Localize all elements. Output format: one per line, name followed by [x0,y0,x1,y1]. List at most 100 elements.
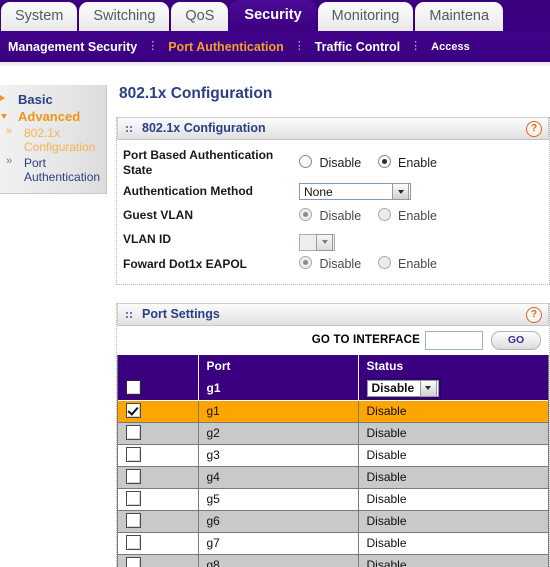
sidebar-nav: Basic Advanced » 802.1x Configuration » Port … [0,85,107,194]
radio-group-guest-vlan: Disable Enable [299,207,449,225]
goto-interface-input[interactable] [425,330,483,350]
row-status-cell: Disable [358,554,548,567]
radio-label-guest-vlan-disable[interactable]: Disable [319,209,361,223]
content-area: 802.1x Configuration 802.1x Configuratio… [116,85,550,567]
select-vlan-id[interactable] [299,233,335,251]
label-auth-method: Authentication Method [123,184,253,198]
sub-nav-bar: Management Security ⋮ Port Authentication ⋮… [0,31,550,62]
row-checkbox[interactable] [126,425,141,440]
drag-grip-icon[interactable] [126,311,133,318]
sidebar-item-advanced[interactable]: Advanced [0,108,106,125]
row-status-cell: Disable [358,510,548,533]
sub-nav-separator: ⋮ [410,40,422,52]
form-row-auth-method: Authentication Method None [123,181,543,202]
row-port-cell: g8 [198,554,359,567]
row-status-cell: Disable [358,444,548,467]
tab-system[interactable]: System [1,2,78,31]
row-checkbox[interactable] [126,513,141,528]
control-forward-eapol: Disable Enable [299,255,543,273]
radio-guest-vlan-disable[interactable] [299,207,312,221]
radio-forward-eapol-disable[interactable] [299,256,312,269]
help-icon[interactable]: ? [526,306,542,323]
down-arrow-icon [1,114,7,119]
radio-label-guest-vlan-enable[interactable]: Enable [398,209,437,223]
radio-group-forward-eapol: Disable Enable [299,255,449,273]
sidebar-item-basic[interactable]: Basic [0,91,106,108]
row-checkbox[interactable] [126,535,141,550]
tab-maintena[interactable]: Maintena [415,2,504,31]
select-all-checkbox[interactable] [126,380,141,395]
sub-nav-item-port-authentication[interactable]: Port Authentication [160,31,292,62]
radio-label-auth-state-enable[interactable]: Enable [398,156,437,170]
radio-auth-state-disable[interactable] [299,155,312,168]
row-status-cell: Disable [358,532,548,555]
table-row[interactable]: g1 Disable [118,400,548,423]
row-checkbox[interactable] [126,447,141,462]
select-port-status[interactable]: Disable [364,377,441,399]
table-row[interactable]: g5 Disable [118,488,548,511]
sidebar-item-port-authentication[interactable]: » Port Authentication [0,155,106,185]
sidebar-item-802-1x-configuration[interactable]: » 802.1x Configuration [0,125,106,155]
control-auth-method: None [299,183,543,201]
config-panel-title: 802.1x Configuration [142,121,266,135]
chevron-down-icon[interactable] [419,379,437,397]
table-row[interactable]: g3 Disable [118,444,548,467]
sub-nav-item-management-security[interactable]: Management Security [0,31,145,62]
radio-guest-vlan-enable[interactable] [377,207,391,221]
radio-forward-eapol-enable[interactable] [377,256,391,269]
chevron-right-icon: » [6,125,13,137]
tab-qos[interactable]: QoS [171,2,229,31]
row-status-cell: Disable [358,400,548,423]
help-icon[interactable]: ? [526,121,542,137]
tab-switching[interactable]: Switching [79,2,170,31]
config-panel: 802.1x Configuration ? Port Based Authen… [116,117,550,285]
edit-row-port-cell: g1 [198,376,359,401]
label-guest-vlan: Guest VLAN [123,208,194,222]
control-auth-state: Disable Enable [299,154,543,172]
column-header-select [118,354,199,377]
tab-security[interactable]: Security [230,0,316,31]
form-row-forward-eapol: Foward Dot1x EAPOL Disable Enable [123,254,543,275]
row-checkbox[interactable] [126,403,141,418]
main-tab-strip: System Switching QoS Security Monitoring Main… [0,0,504,31]
config-form: Port Based Authentication State Disable … [117,140,549,284]
row-port-cell: g1 [198,400,359,423]
port-settings-header: Port Settings ? [117,302,549,326]
table-row[interactable]: g2 Disable [118,422,548,445]
drag-grip-icon[interactable] [126,125,133,132]
select-auth-method[interactable]: None [299,183,411,200]
form-row-vlan-id: VLAN ID [123,229,543,251]
header-shadow [0,62,550,68]
sub-nav-item-traffic-control[interactable]: Traffic Control [307,31,408,62]
app-window: System Switching QoS Security Monitoring Main… [0,0,550,567]
form-row-auth-state: Port Based Authentication State Disable … [123,148,543,178]
sidebar-item-label: Basic [18,92,53,107]
port-table-body: g1 Disable g1 Disable g2 Disable g3 Disable g4 Di… [118,376,548,567]
goto-interface-row: GO TO INTERFACE GO [117,325,549,355]
row-checkbox[interactable] [126,469,141,484]
go-button[interactable]: GO [491,330,541,350]
table-row[interactable]: g6 Disable [118,510,548,533]
row-select-cell [118,400,199,423]
right-arrow-icon [0,95,5,101]
port-settings-title: Port Settings [142,306,220,321]
sub-nav-item-access[interactable]: Access [423,31,478,62]
chevron-down-icon[interactable] [392,183,409,200]
table-row[interactable]: g4 Disable [118,466,548,489]
chevron-down-icon[interactable] [316,233,333,251]
row-port-cell: g5 [198,488,359,511]
table-header-row: Port Status [118,354,548,377]
row-status-cell: Disable [358,422,548,445]
radio-auth-state-enable[interactable] [377,155,391,168]
table-row[interactable]: g8 Disable [118,554,548,567]
table-row[interactable]: g7 Disable [118,532,548,555]
row-checkbox[interactable] [126,557,141,567]
radio-label-forward-eapol-disable[interactable]: Disable [319,257,361,271]
radio-label-auth-state-disable[interactable]: Disable [319,156,361,170]
config-panel-header: 802.1x Configuration ? [117,117,549,140]
row-checkbox[interactable] [126,491,141,506]
row-port-cell: g3 [198,444,359,467]
row-port-cell: g7 [198,532,359,555]
tab-monitoring[interactable]: Monitoring [317,2,414,31]
radio-label-forward-eapol-enable[interactable]: Enable [398,257,437,271]
